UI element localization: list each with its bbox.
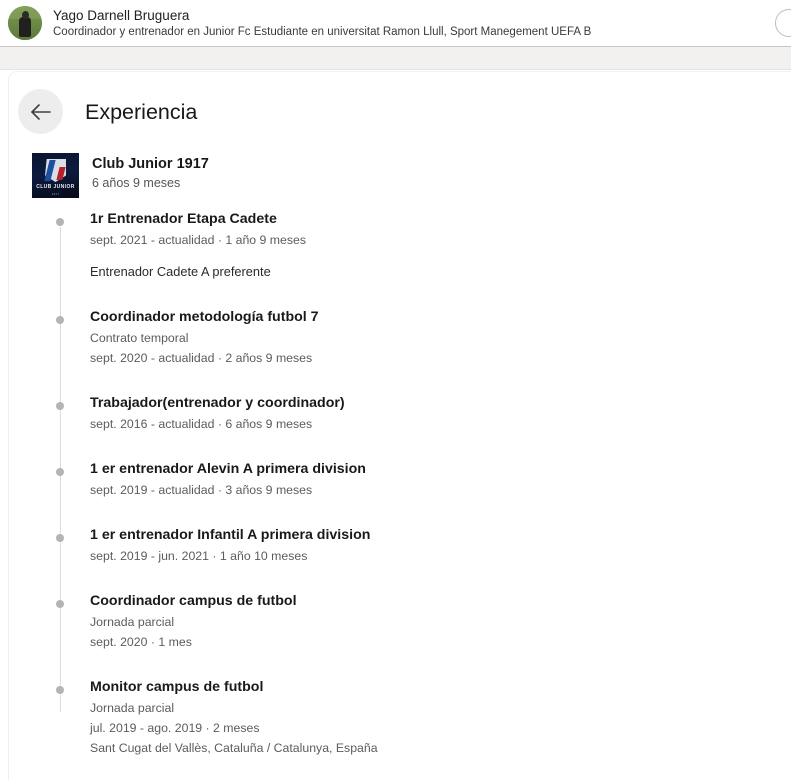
- header-divider-band: [0, 47, 791, 70]
- entry-employment-type: Contrato temporal: [90, 331, 189, 345]
- timeline-dot-icon: [56, 402, 64, 410]
- entry-title: 1 er entrenador Alevin A primera divisio…: [90, 461, 366, 477]
- entry-title: Coordinador metodología futbol 7: [90, 309, 319, 325]
- avatar-person-body: [19, 16, 31, 37]
- company-name: Club Junior 1917: [92, 156, 209, 172]
- entry-dates: sept. 2021 - actualidad · 1 año 9 meses: [90, 233, 307, 247]
- profile-name: Yago Darnell Bruguera: [53, 7, 190, 23]
- back-button[interactable]: [18, 89, 63, 134]
- company-info: Club Junior 1917 6 años 9 meses: [92, 153, 209, 193]
- entry-employment-type: Jornada parcial: [90, 615, 175, 629]
- timeline-dot-icon: [56, 534, 64, 542]
- experience-timeline: 1r Entrenador Etapa Cadete sept. 2021 - a…: [9, 209, 791, 758]
- experience-entry[interactable]: 1 er entrenador Infantil A primera divis…: [53, 525, 791, 566]
- entry-title: Monitor campus de futbol: [90, 679, 264, 695]
- entry-description: Entrenador Cadete A preferente: [90, 264, 271, 279]
- arrow-left-icon: [30, 103, 52, 121]
- experience-entry[interactable]: Monitor campus de futbol Jornada parcial j…: [53, 677, 791, 758]
- entry-title: 1r Entrenador Etapa Cadete: [90, 211, 277, 227]
- timeline-dot-icon: [56, 316, 64, 324]
- entry-title: 1 er entrenador Infantil A primera divis…: [90, 527, 371, 543]
- logo-wordmark: CLUB JUNIOR: [36, 184, 75, 190]
- profile-header: Yago Darnell Bruguera Coordinador y entr…: [0, 0, 791, 47]
- card-header: Experiencia: [9, 72, 791, 134]
- entry-dates: sept. 2020 · 1 mes: [90, 635, 192, 649]
- experience-entry-list: 1r Entrenador Etapa Cadete sept. 2021 - a…: [53, 209, 791, 758]
- timeline-dot-icon: [56, 218, 64, 226]
- experience-entry[interactable]: Coordinador metodología futbol 7 Contrato…: [53, 307, 791, 368]
- avatar[interactable]: [8, 6, 42, 40]
- entry-location: Sant Cugat del Vallès, Cataluña / Catalu…: [90, 741, 378, 755]
- entry-dates: sept. 2020 - actualidad · 2 años 9 meses: [90, 351, 313, 365]
- experience-entry[interactable]: Trabajador(entrenador y coordinador) sept…: [53, 393, 791, 434]
- timeline-dot-icon: [56, 468, 64, 476]
- company-block[interactable]: CLUB JUNIOR 1917 Club Junior 1917 6 años…: [9, 134, 791, 198]
- profile-text-group: Yago Darnell Bruguera Coordinador y entr…: [53, 7, 591, 40]
- experience-card: Experiencia CLUB JUNIOR 1917 Club Junior…: [8, 71, 791, 780]
- experience-entry[interactable]: Coordinador campus de futbol Jornada parc…: [53, 591, 791, 652]
- logo-year: 1917: [51, 192, 60, 196]
- timeline-dot-icon: [56, 600, 64, 608]
- experience-entry[interactable]: 1 er entrenador Alevin A primera divisio…: [53, 459, 791, 500]
- experience-entry[interactable]: 1r Entrenador Etapa Cadete sept. 2021 - a…: [53, 209, 791, 282]
- entry-dates: jul. 2019 - ago. 2019 · 2 meses: [90, 721, 260, 735]
- entry-dates: sept. 2016 - actualidad · 6 años 9 meses: [90, 417, 313, 431]
- company-logo-icon: CLUB JUNIOR 1917: [32, 153, 79, 198]
- entry-title: Trabajador(entrenador y coordinador): [90, 395, 345, 411]
- page-title: Experiencia: [85, 99, 198, 124]
- avatar-person-head: [21, 11, 29, 20]
- profile-headline: Coordinador y entrenador en Junior Fc Es…: [53, 25, 592, 38]
- header-action-button[interactable]: [775, 9, 791, 37]
- entry-title: Coordinador campus de futbol: [90, 593, 297, 609]
- timeline-dot-icon: [56, 686, 64, 694]
- entry-dates: sept. 2019 - jun. 2021 · 1 año 10 meses: [90, 549, 308, 563]
- entry-employment-type: Jornada parcial: [90, 701, 175, 715]
- company-duration: 6 años 9 meses: [92, 176, 181, 190]
- entry-dates: sept. 2019 - actualidad · 3 años 9 meses: [90, 483, 313, 497]
